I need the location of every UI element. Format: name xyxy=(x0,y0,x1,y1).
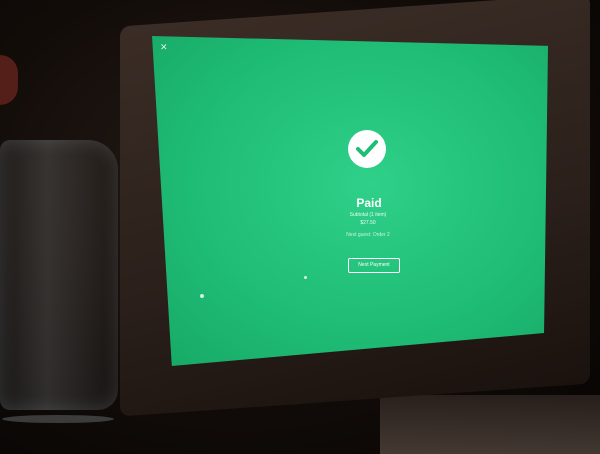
table-object xyxy=(380,395,600,454)
status-title: Paid xyxy=(356,196,382,210)
next-payment-button[interactable]: Next Payment xyxy=(348,258,400,273)
screen-reflection-speck xyxy=(200,294,204,298)
glass-rim xyxy=(2,415,114,423)
checkmark-circle-icon xyxy=(348,130,386,168)
detail-line-1: Subtotal (1 item) xyxy=(349,212,387,218)
checkmark-icon xyxy=(356,140,378,157)
photo-scene: ✕ Paid Subtotal (1 item) $27.50 Next gue… xyxy=(0,0,600,454)
payment-confirmation-screen: ✕ Paid Subtotal (1 item) $27.50 Next gue… xyxy=(152,36,548,366)
detail-line-3: Next guest: Order 2 xyxy=(346,232,390,238)
screen-reflection-speck xyxy=(304,276,307,279)
background-object-left xyxy=(0,55,18,105)
detail-line-2: $27.50 xyxy=(360,220,376,226)
close-icon[interactable]: ✕ xyxy=(160,42,168,53)
drinking-glass xyxy=(0,140,118,423)
